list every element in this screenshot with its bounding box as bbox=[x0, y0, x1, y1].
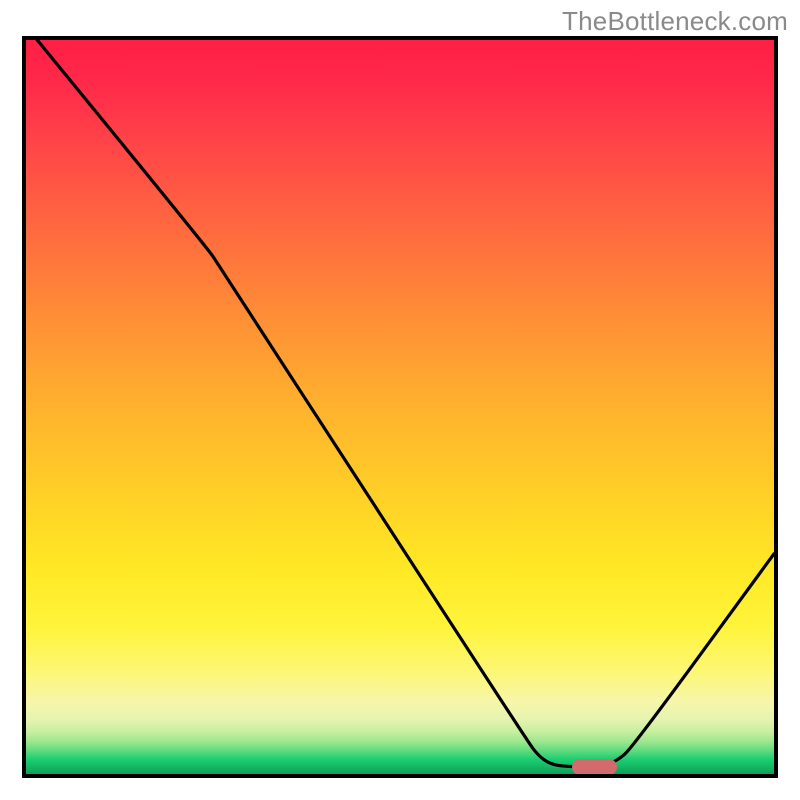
bottleneck-curve bbox=[26, 40, 774, 774]
plot-area bbox=[22, 36, 778, 778]
chart-stage: TheBottleneck.com bbox=[0, 0, 800, 800]
watermark-text: TheBottleneck.com bbox=[562, 6, 788, 37]
optimal-marker bbox=[572, 759, 617, 775]
